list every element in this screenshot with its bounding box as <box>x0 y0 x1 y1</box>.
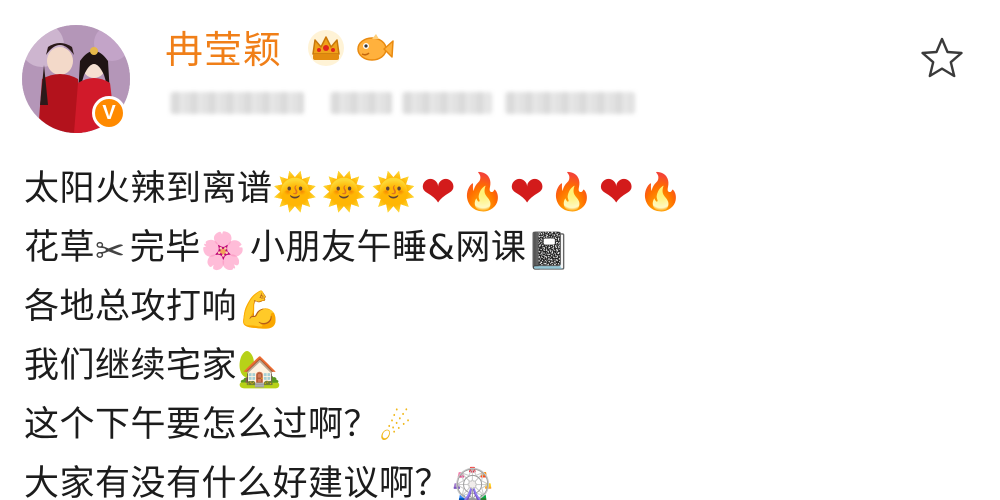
blurred-meta-segment <box>170 92 304 114</box>
cherry-blossom-icon: 🌸 <box>200 231 247 272</box>
heart-icon: ❤ <box>420 167 457 216</box>
smiling-sun-icon: 🌞 <box>321 172 368 213</box>
blurred-meta-segment <box>330 92 392 114</box>
blurred-meta-segment <box>505 92 635 114</box>
post-text: 各地总攻打响 <box>24 287 238 327</box>
post-line: 各地总攻打响💪 <box>24 281 974 340</box>
post-text: 小朋友午睡&网课 <box>250 228 527 268</box>
flexed-biceps-icon: 💪 <box>237 290 283 331</box>
star-outline-icon[interactable] <box>918 34 966 82</box>
post-line: 我们继续宅家🏡 <box>24 340 974 399</box>
smiling-sun-icon: 🌞 <box>272 172 318 213</box>
post-line: 太阳火辣到离谱🌞 🌞 🌞❤ 🔥❤ 🔥❤ 🔥 <box>24 163 974 222</box>
verified-badge-icon: V <box>92 96 126 130</box>
scissors-icon: ✂ <box>95 231 126 272</box>
post-text: 花草 <box>24 228 96 268</box>
post-text: 我们继续宅家 <box>24 346 238 386</box>
post-text: 这个下午要怎么过啊？ <box>24 405 380 445</box>
post-text: 太阳火辣到离谱 <box>24 169 273 209</box>
smiling-sun-icon: 🌞 <box>371 172 417 213</box>
post-line: 这个下午要怎么过啊？☄ <box>24 399 974 458</box>
crown-icon <box>308 30 344 66</box>
post-line: 花草✂ 完毕🌸 小朋友午睡&网课📓 <box>24 222 974 281</box>
username[interactable]: 冉莹颖 <box>165 26 282 74</box>
heart-icon: ❤ <box>598 167 635 216</box>
notebook-icon: 📓 <box>526 231 572 272</box>
heart-icon: ❤ <box>509 167 546 216</box>
fire-icon: 🔥 <box>638 172 684 213</box>
comet-icon: ☄ <box>379 408 412 449</box>
house-with-garden-icon: 🏡 <box>237 349 283 390</box>
post-text: 完毕 <box>129 228 201 268</box>
fish-icon <box>357 34 394 61</box>
fire-icon: 🔥 <box>549 172 595 213</box>
post-text: 大家有没有什么好建议啊？ <box>24 464 451 500</box>
post-line: 大家有没有什么好建议啊？🎡 <box>24 458 974 500</box>
fire-icon: 🔥 <box>460 172 506 213</box>
ferris-wheel-icon: 🎡 <box>450 467 496 500</box>
post-content: 太阳火辣到离谱🌞 🌞 🌞❤ 🔥❤ 🔥❤ 🔥 花草✂ 完毕🌸 小朋友午睡&网课📓 各地总攻打响💪… <box>24 163 974 500</box>
blurred-meta-segment <box>402 92 492 114</box>
